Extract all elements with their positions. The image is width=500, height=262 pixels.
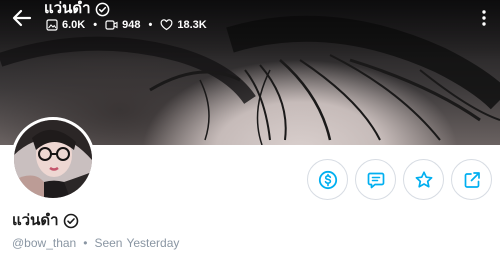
photos-count: 6.0K: [62, 19, 86, 31]
photos-stat: 6.0K: [46, 19, 85, 31]
dollar-icon: [318, 170, 337, 189]
arrow-left-icon: [12, 9, 32, 27]
star-icon: [415, 170, 432, 188]
subline-separator: •: [83, 236, 88, 250]
share-button[interactable]: [451, 159, 492, 200]
profile-actions: [307, 159, 492, 200]
tip-button[interactable]: [307, 159, 348, 200]
profile-handle[interactable]: @bow_than: [12, 236, 76, 250]
profile-name-row: แว่นดำ: [12, 212, 79, 230]
videos-count: 948: [122, 19, 141, 31]
more-vertical-icon: [482, 10, 486, 26]
profile-name: แว่นดำ: [12, 212, 59, 229]
likes-count: 18.3K: [177, 19, 207, 31]
avatar[interactable]: [11, 117, 95, 201]
more-options-button[interactable]: [474, 8, 494, 28]
video-icon: [105, 20, 118, 30]
favorite-button[interactable]: [403, 159, 444, 200]
stat-separator: •: [148, 19, 153, 31]
message-icon: [367, 172, 384, 188]
header-stats: 6.0K • 948 • 18.3K: [46, 19, 207, 31]
avatar-photo: [14, 120, 92, 198]
last-seen-value: Yesterday: [126, 236, 180, 250]
stat-separator: •: [93, 19, 98, 31]
image-icon: [46, 19, 58, 31]
message-button[interactable]: [355, 159, 396, 200]
top-bar: แว่นดำ 6.0K • 948 • 18.3K: [0, 0, 500, 44]
profile-subline: @bow_than • Seen Yesterday: [12, 236, 179, 250]
last-seen-label: Seen: [94, 236, 123, 250]
heart-icon: [160, 19, 173, 31]
verified-icon: [95, 2, 109, 16]
likes-stat: 18.3K: [160, 19, 207, 31]
verified-icon: [63, 213, 78, 229]
header-title-row: แว่นดำ: [44, 0, 110, 18]
share-icon: [464, 171, 480, 188]
header-title: แว่นดำ: [44, 0, 91, 17]
back-button[interactable]: [10, 6, 34, 30]
videos-stat: 948: [105, 19, 140, 31]
